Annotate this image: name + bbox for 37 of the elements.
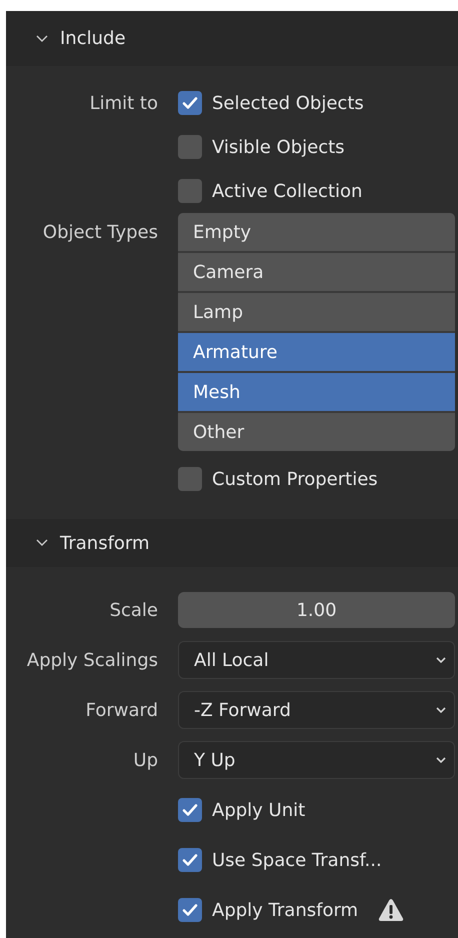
field-label: Forward [86, 700, 158, 720]
checkbox[interactable] [178, 898, 202, 922]
list-item[interactable]: Empty [178, 213, 455, 251]
list-item[interactable]: Camera [178, 253, 455, 291]
field-label: Scale [110, 600, 158, 620]
checkbox-label[interactable]: Apply Transform [212, 900, 358, 920]
checkbox-label[interactable]: Apply Unit [212, 800, 306, 820]
dropdown[interactable]: Y Up [178, 741, 455, 779]
checkbox-label[interactable]: Active Collection [212, 180, 362, 202]
chevron-icon [36, 539, 48, 547]
checkbox[interactable] [178, 135, 202, 159]
dropdown[interactable]: -Z Forward [178, 691, 455, 729]
checkbox-label[interactable]: Use Space Transf... [212, 850, 382, 870]
checkbox[interactable] [178, 467, 202, 491]
checkbox[interactable] [178, 798, 202, 822]
checkbox-label[interactable]: Visible Objects [212, 136, 345, 158]
field-label: Apply Scalings [26, 650, 158, 670]
field-label: Limit to [90, 92, 158, 114]
caret-icon [436, 757, 446, 763]
section-header[interactable]: Transform [6, 519, 458, 567]
caret-icon [436, 707, 446, 713]
number-field[interactable]: 1.00 [178, 592, 455, 628]
checkbox-label[interactable]: Selected Objects [212, 92, 364, 114]
section-header[interactable]: Include [6, 11, 458, 66]
list-item[interactable]: Lamp [178, 293, 455, 331]
chevron-icon [36, 34, 48, 42]
checkbox[interactable] [178, 179, 202, 203]
field-label: Up [133, 750, 158, 770]
list-item[interactable]: Other [178, 413, 455, 451]
checkbox[interactable] [178, 848, 202, 872]
list-item[interactable]: Armature [178, 333, 455, 371]
caret-icon [436, 657, 446, 663]
field-label: Object Types [42, 222, 158, 242]
dropdown[interactable]: All Local [178, 641, 455, 679]
list-item[interactable]: Mesh [178, 373, 455, 411]
checkbox[interactable] [178, 91, 202, 115]
checkbox-label[interactable]: Custom Properties [212, 468, 378, 490]
